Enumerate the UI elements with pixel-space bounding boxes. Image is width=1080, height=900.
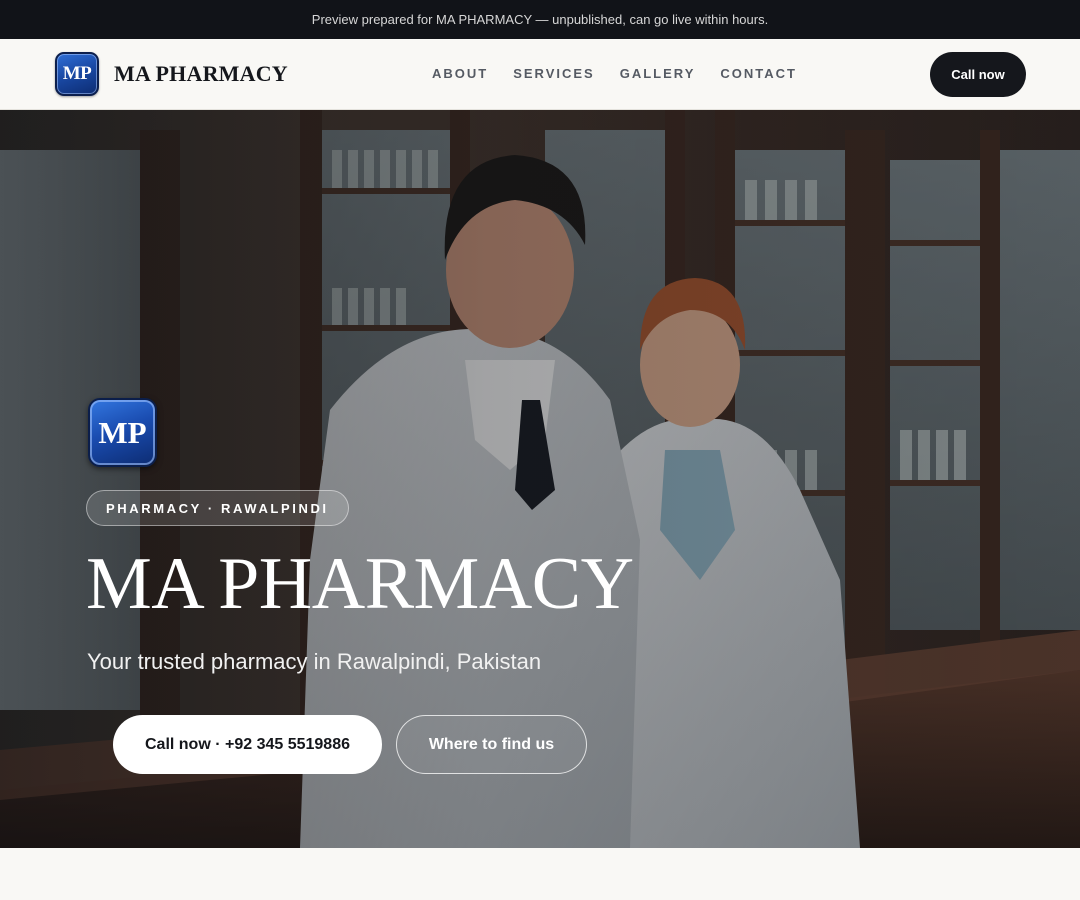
nav-link-about[interactable]: ABOUT: [432, 66, 488, 81]
header-call-button[interactable]: Call now: [930, 52, 1026, 97]
location-tag: PHARMACY · RAWALPINDI: [86, 490, 349, 526]
where-to-find-us-button[interactable]: Where to find us: [396, 715, 587, 774]
main-nav: ABOUT SERVICES GALLERY CONTACT: [432, 66, 797, 81]
hero-subtitle: Your trusted pharmacy in Rawalpindi, Pak…: [87, 649, 542, 674]
brand[interactable]: MP MA PHARMACY: [55, 52, 288, 96]
hero-logo-icon: MP: [88, 398, 157, 467]
call-now-phone-button[interactable]: Call now · +92 345 5519886: [113, 715, 382, 774]
preview-banner-text: Preview prepared for MA PHARMACY — unpub…: [311, 12, 769, 27]
nav-link-services[interactable]: SERVICES: [513, 66, 595, 81]
hero-title: MA PHARMACY: [86, 543, 634, 625]
logo-text: MP: [62, 63, 92, 84]
brand-name: MA PHARMACY: [114, 61, 288, 86]
location-tag-text: PHARMACY · RAWALPINDI: [106, 500, 329, 516]
preview-banner: Preview prepared for MA PHARMACY — unpub…: [0, 0, 1080, 39]
hero-logo-text: MP: [98, 414, 147, 450]
nav-link-contact[interactable]: CONTACT: [720, 66, 797, 81]
site-header: MP MA PHARMACY ABOUT SERVICES GALLERY CO…: [0, 39, 1080, 110]
hero-section: MP PHARMACY · RAWALPINDI MA PHARMACY You…: [0, 110, 1080, 848]
logo-icon: MP: [55, 52, 99, 96]
nav-link-gallery[interactable]: GALLERY: [620, 66, 696, 81]
